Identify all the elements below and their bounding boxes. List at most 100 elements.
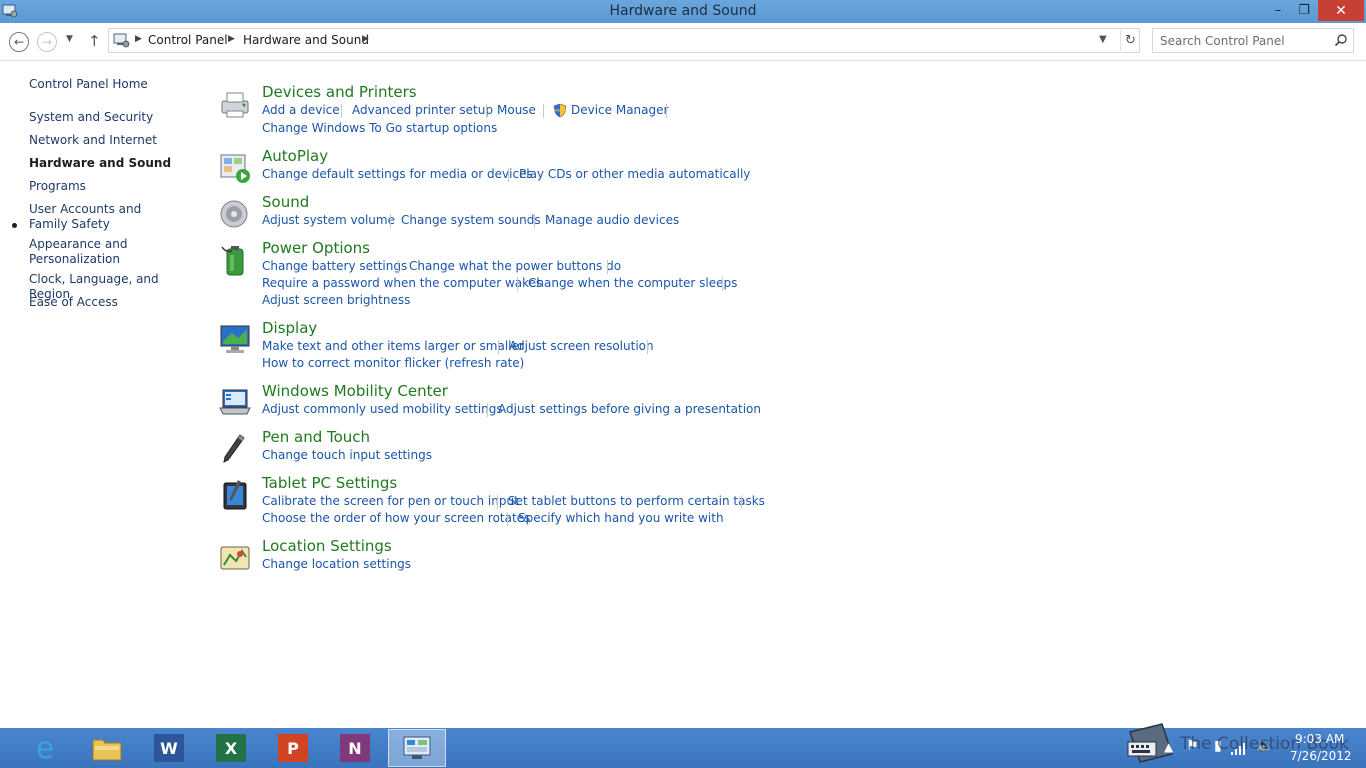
- location-icon: [220, 546, 250, 570]
- link-separator: [498, 340, 499, 354]
- link-play-cds-automatically[interactable]: Play CDs or other media automatically: [519, 167, 750, 181]
- sidebar-item-programs[interactable]: Programs: [29, 179, 189, 194]
- link-adjust-screen-brightness[interactable]: Adjust screen brightness: [262, 293, 410, 307]
- sidebar-item-hardware-and-sound: Hardware and Sound: [29, 156, 172, 170]
- folder-icon: [92, 739, 122, 761]
- link-windows-to-go[interactable]: Change Windows To Go startup options: [262, 121, 497, 135]
- link-separator: [517, 277, 518, 291]
- link-touch-input-settings[interactable]: Change touch input settings: [262, 448, 432, 462]
- powerpoint-icon: P: [278, 734, 308, 762]
- address-dropdown-icon[interactable]: ▼: [1099, 34, 1107, 45]
- taskbar: e W X P N ▲ ⚑ ▮ 🔈 The Collection Book: [0, 723, 1366, 768]
- sidebar-item-control-panel-home[interactable]: Control Panel Home: [29, 77, 189, 92]
- taskbar-excel[interactable]: X: [202, 729, 260, 767]
- taskbar-word[interactable]: W: [140, 729, 198, 767]
- taskbar-powerpoint[interactable]: P: [264, 729, 322, 767]
- link-separator: [507, 512, 508, 526]
- link-change-location-settings[interactable]: Change location settings: [262, 557, 411, 571]
- link-separator: [390, 214, 391, 228]
- link-writing-hand[interactable]: Specify which hand you write with: [518, 511, 724, 525]
- category-title-devices-and-printers[interactable]: Devices and Printers: [262, 83, 417, 101]
- link-screen-rotation-order[interactable]: Choose the order of how your screen rota…: [262, 511, 530, 525]
- breadcrumb-hardware-and-sound[interactable]: Hardware and Sound: [243, 33, 369, 47]
- breadcrumb-separator-icon[interactable]: ▶: [228, 34, 235, 44]
- recent-locations-button[interactable]: ▼: [66, 34, 73, 44]
- link-computer-sleeps[interactable]: Change when the computer sleeps: [528, 276, 737, 290]
- close-button[interactable]: ✕: [1318, 0, 1364, 21]
- link-separator: [741, 495, 742, 509]
- link-change-battery-settings[interactable]: Change battery settings: [262, 259, 407, 273]
- link-adjust-screen-resolution[interactable]: Adjust screen resolution: [509, 339, 654, 353]
- sidebar-item-network-and-internet[interactable]: Network and Internet: [29, 133, 189, 148]
- breadcrumb-separator-icon[interactable]: ▶: [135, 34, 142, 44]
- link-adjust-system-volume[interactable]: Adjust system volume: [262, 213, 395, 227]
- clock-time[interactable]: 9:03 AM: [1295, 732, 1344, 746]
- category-title-power-options[interactable]: Power Options: [262, 239, 370, 257]
- category-title-sound[interactable]: Sound: [262, 193, 309, 211]
- up-button[interactable]: ↑: [88, 32, 101, 50]
- chevron-down-icon: ▼: [66, 34, 73, 44]
- taskbar-internet-explorer[interactable]: e: [16, 729, 74, 767]
- link-mobility-settings[interactable]: Adjust commonly used mobility settings: [262, 402, 503, 416]
- breadcrumb-separator-icon[interactable]: ▶: [362, 34, 369, 44]
- link-change-default-media-settings[interactable]: Change default settings for media or dev…: [262, 167, 533, 181]
- back-button[interactable]: ←: [9, 32, 29, 52]
- minimize-button[interactable]: –: [1264, 0, 1292, 21]
- category-title-location-settings[interactable]: Location Settings: [262, 537, 392, 555]
- address-bar[interactable]: ▶ Control Panel ▶ Hardware and Sound ▶ ▼…: [108, 28, 1140, 53]
- category-title-display[interactable]: Display: [262, 319, 317, 337]
- clock-date[interactable]: 7/26/2012: [1290, 749, 1352, 763]
- control-panel-icon: [113, 33, 130, 48]
- tablet-icon: [223, 480, 247, 510]
- forward-button[interactable]: →: [37, 32, 57, 52]
- sidebar-item-user-accounts[interactable]: User Accounts and Family Safety: [29, 202, 179, 232]
- link-advanced-printer-setup[interactable]: Advanced printer setup: [352, 103, 493, 117]
- taskbar-control-panel[interactable]: [388, 729, 446, 767]
- link-power-buttons[interactable]: Change what the power buttons do: [409, 259, 621, 273]
- link-separator: [508, 168, 509, 182]
- title-bar[interactable]: Hardware and Sound – ❐ ✕: [0, 0, 1366, 23]
- search-input[interactable]: [1160, 32, 1330, 49]
- category-title-pen-and-touch[interactable]: Pen and Touch: [262, 428, 370, 446]
- speaker-icon: [220, 200, 248, 228]
- sidebar-item-appearance[interactable]: Appearance and Personalization: [29, 237, 139, 267]
- breadcrumb-control-panel[interactable]: Control Panel: [148, 33, 228, 47]
- link-device-manager[interactable]: Device Manager: [571, 103, 668, 117]
- link-separator: [497, 495, 498, 509]
- link-change-system-sounds[interactable]: Change system sounds: [401, 213, 541, 227]
- link-separator: [341, 104, 342, 118]
- sidebar-item-system-and-security[interactable]: System and Security: [29, 110, 189, 125]
- category-title-tablet-pc-settings[interactable]: Tablet PC Settings: [262, 474, 397, 492]
- link-make-text-larger[interactable]: Make text and other items larger or smal…: [262, 339, 524, 353]
- onenote-icon: N: [340, 734, 370, 762]
- link-mouse[interactable]: Mouse: [497, 103, 536, 117]
- category-title-autoplay[interactable]: AutoPlay: [262, 147, 328, 165]
- link-separator: [666, 104, 667, 118]
- show-hidden-icons-icon[interactable]: ▲: [1164, 740, 1173, 754]
- sidebar-item-ease-of-access[interactable]: Ease of Access: [29, 295, 189, 310]
- refresh-button[interactable]: ↻: [1120, 30, 1140, 51]
- link-separator: [486, 104, 487, 118]
- category-title-windows-mobility-center[interactable]: Windows Mobility Center: [262, 382, 448, 400]
- taskbar-file-explorer[interactable]: [78, 729, 136, 767]
- restore-button[interactable]: ❐: [1290, 0, 1318, 21]
- link-separator: [543, 104, 544, 118]
- link-monitor-flicker[interactable]: How to correct monitor flicker (refresh …: [262, 356, 524, 370]
- battery-icon: [221, 246, 244, 276]
- link-require-password-on-wake[interactable]: Require a password when the computer wak…: [262, 276, 542, 290]
- monitor-icon: [220, 325, 250, 353]
- search-icon[interactable]: [1334, 33, 1348, 47]
- link-tablet-buttons[interactable]: Set tablet buttons to perform certain ta…: [508, 494, 765, 508]
- link-calibrate-screen[interactable]: Calibrate the screen for pen or touch in…: [262, 494, 519, 508]
- link-separator: [398, 260, 399, 274]
- search-box[interactable]: [1152, 28, 1354, 53]
- link-manage-audio-devices[interactable]: Manage audio devices: [545, 213, 679, 227]
- taskbar-onenote[interactable]: N: [326, 729, 384, 767]
- link-presentation-settings[interactable]: Adjust settings before giving a presenta…: [498, 402, 761, 416]
- printer-icon: [221, 92, 249, 118]
- arrow-left-icon: ←: [13, 35, 25, 49]
- control-panel-window: Hardware and Sound – ❐ ✕ ← → ▼ ↑ ▶ Contr…: [0, 0, 1366, 728]
- link-add-a-device[interactable]: Add a device: [262, 103, 340, 117]
- autoplay-icon: [220, 154, 250, 183]
- arrow-right-icon: →: [41, 35, 53, 49]
